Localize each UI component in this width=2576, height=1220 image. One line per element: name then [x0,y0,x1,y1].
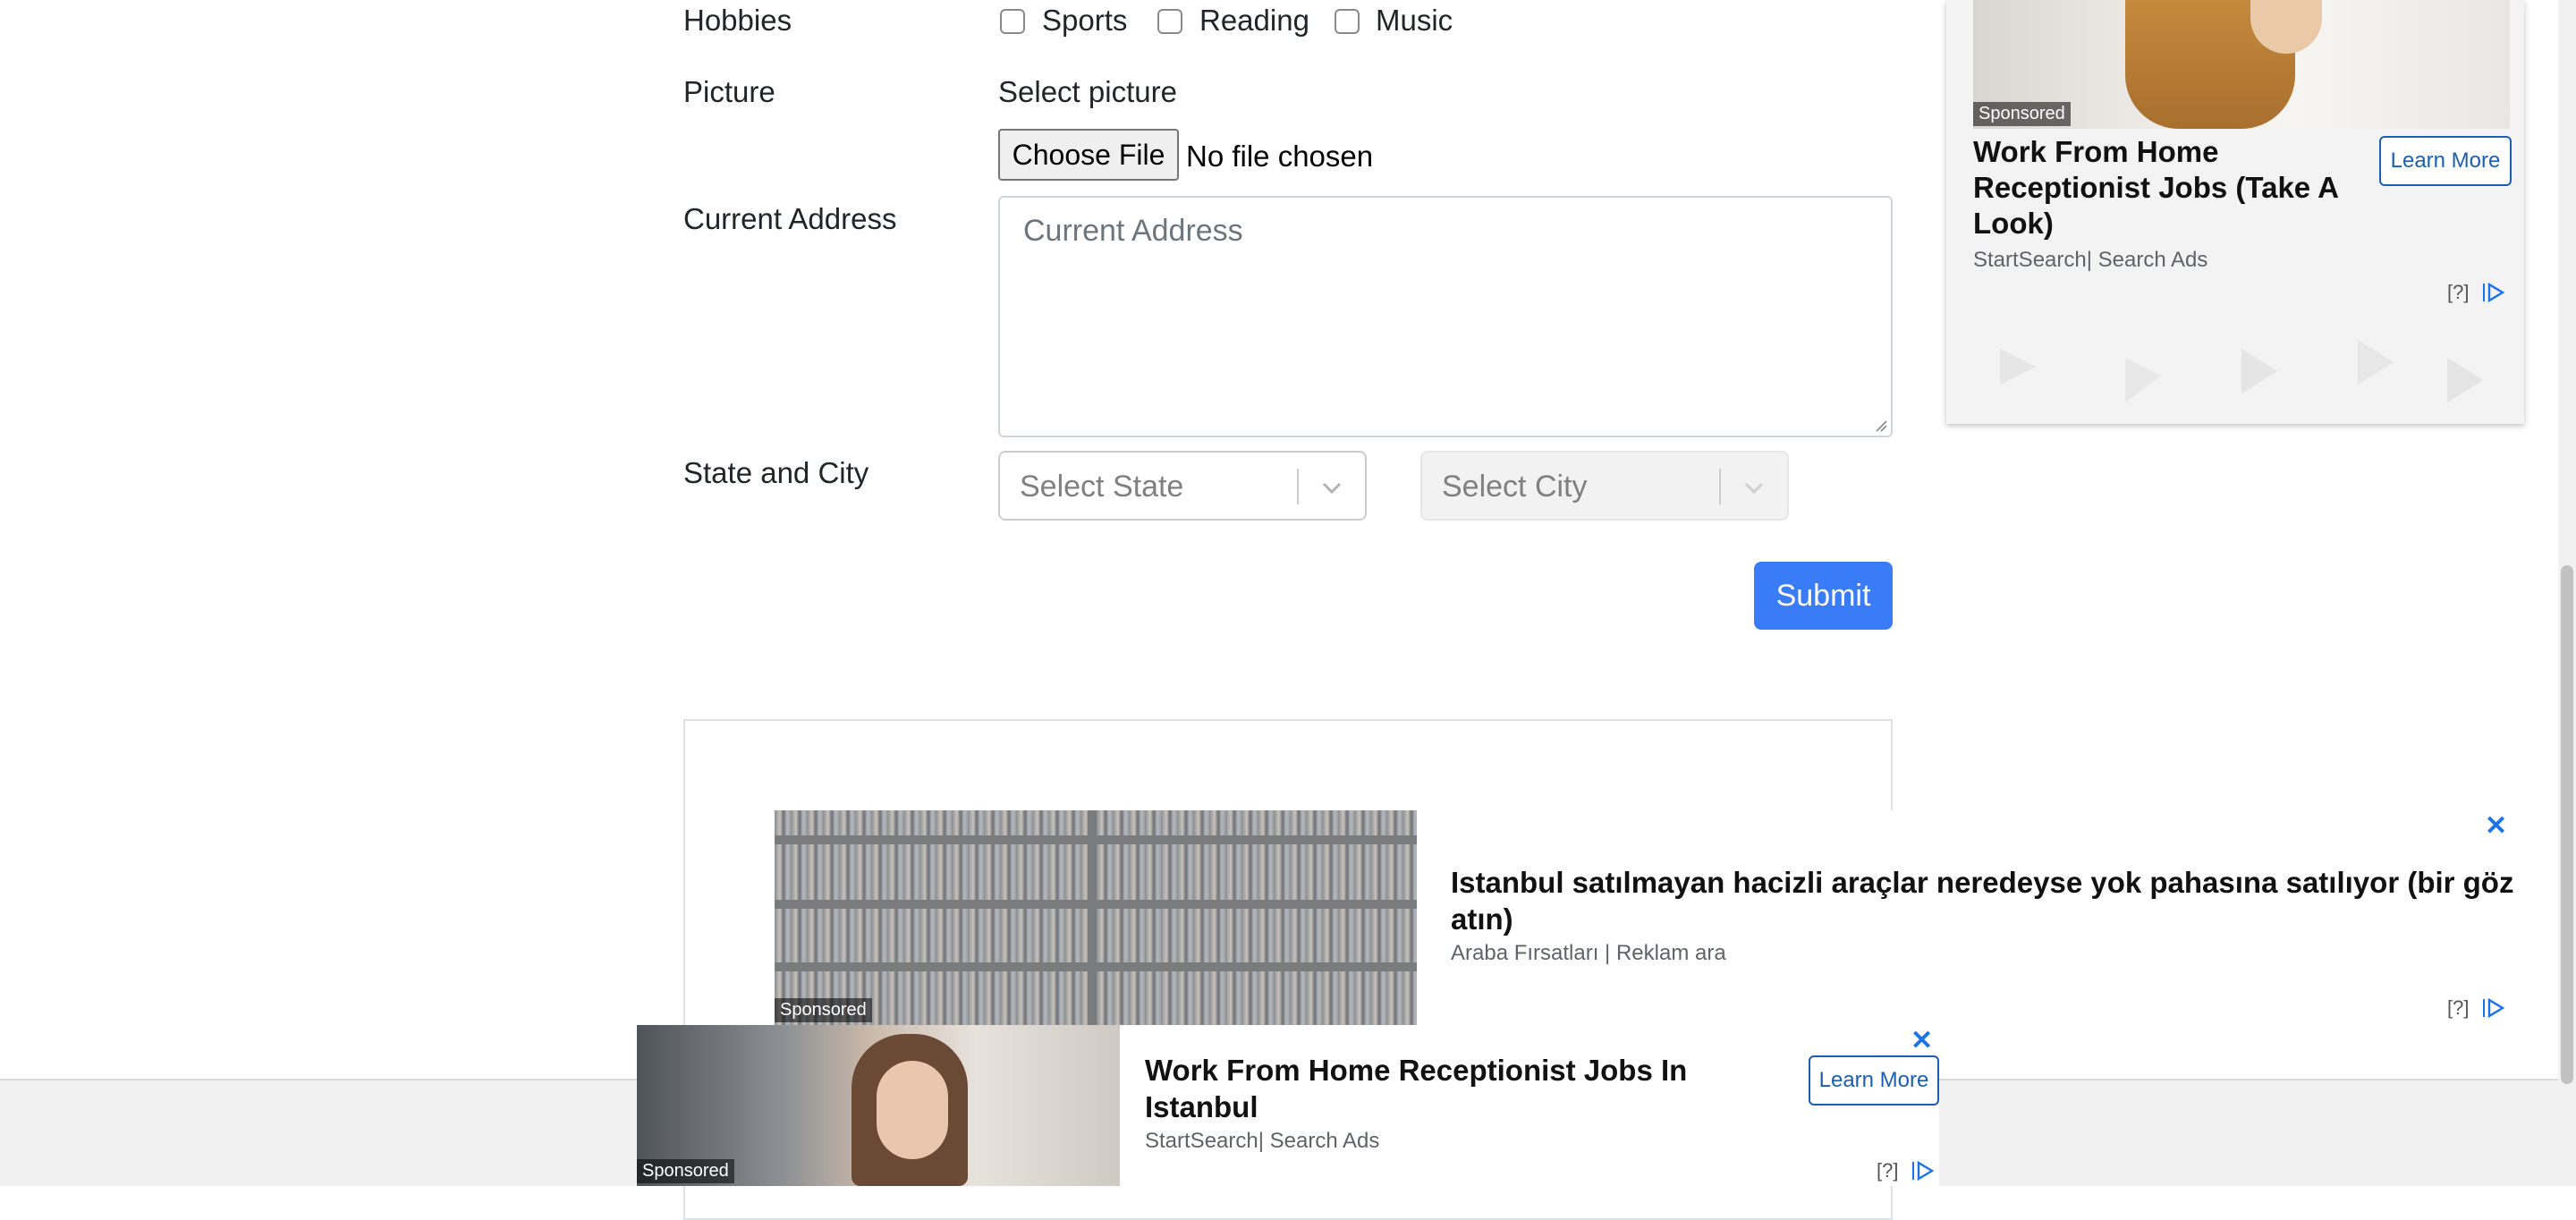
middle-ad-source[interactable]: Araba Fırsatları | Reklam ara [1451,941,1726,966]
close-icon[interactable]: ✕ [1911,1025,1933,1056]
city-select-placeholder: Select City [1442,470,1588,504]
current-address-textarea[interactable]: Current Address [998,196,1893,437]
bottom-ad[interactable]: Sponsored Work From Home Receptionist Jo… [637,1025,1939,1186]
file-status: No file chosen [1186,140,1374,173]
chevron-down-icon[interactable] [1741,474,1767,501]
chevron-down-icon[interactable] [1318,474,1345,501]
reading-label[interactable]: Reading [1199,4,1309,38]
adchoices-icon[interactable] [2481,996,2506,1020]
side-ad-source[interactable]: StartSearch| Search Ads [1973,248,2207,273]
picture-label: Picture [683,75,775,108]
submit-button[interactable]: Submit [1754,562,1893,630]
sponsored-label: Sponsored [1973,102,2071,126]
sponsored-label: Sponsored [775,998,872,1022]
scrollbar-thumb[interactable] [2561,565,2573,1084]
middle-ad[interactable]: Sponsored Istanbul satılmayan hacizli ar… [775,810,2515,1025]
learn-more-button[interactable]: Learn More [1809,1055,1939,1106]
sports-checkbox[interactable] [1000,9,1025,34]
resize-grip-icon[interactable] [1873,418,1887,432]
city-select[interactable]: Select City [1420,451,1789,521]
hobbies-label: Hobbies [683,4,792,37]
bottom-ad-title[interactable]: Work From Home Receptionist Jobs In Ista… [1145,1052,1735,1125]
close-icon[interactable]: ✕ [2485,810,2507,842]
current-address-label: Current Address [683,202,897,235]
learn-more-button[interactable]: Learn More [2379,136,2512,186]
state-select-placeholder: Select State [1020,470,1184,504]
adchoice-label[interactable]: [?] [1877,1159,1898,1182]
state-select[interactable]: Select State [998,451,1367,521]
current-address-placeholder: Current Address [1023,214,1243,248]
ad-image-road [1088,810,1097,1025]
state-city-label: State and City [683,456,869,489]
ad-image-face [877,1061,948,1159]
select-separator [1297,469,1299,504]
reading-checkbox[interactable] [1157,9,1182,34]
music-label[interactable]: Music [1376,4,1453,38]
select-picture-prompt: Select picture [998,75,1177,108]
adchoices-icon[interactable] [2481,281,2506,304]
select-separator [1719,469,1721,504]
sports-label[interactable]: Sports [1042,4,1127,38]
music-checkbox[interactable] [1335,9,1360,34]
middle-ad-image[interactable] [775,810,1417,1025]
side-ad-title[interactable]: Work From Home Receptionist Jobs (Take A… [1973,134,2367,241]
choose-file-button[interactable]: Choose File [998,129,1179,181]
middle-ad-title[interactable]: Istanbul satılmayan hacizli araçlar nere… [1451,864,2515,937]
side-ad[interactable]: Sponsored Work From Home Receptionist Jo… [1946,0,2524,424]
sponsored-label: Sponsored [637,1159,734,1183]
ad-background-pattern [2000,340,2483,402]
bottom-ad-source[interactable]: StartSearch| Search Ads [1145,1129,1379,1154]
adchoice-label[interactable]: [?] [2447,281,2469,304]
adchoice-label[interactable]: [?] [2447,996,2469,1020]
adchoices-icon[interactable] [1911,1159,1936,1182]
